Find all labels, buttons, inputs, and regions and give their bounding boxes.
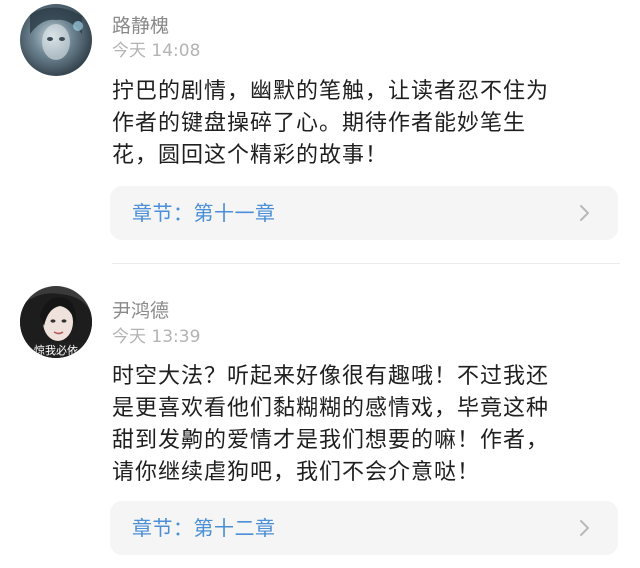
comment-line: 请你继续虐狗吧，我们不会介意哒！ — [112, 460, 481, 485]
comment-line: 作者的键盘操碎了心。期待作者能妙笔生 — [112, 111, 527, 136]
comment-item: 路静槐 今天 14:08 拧巴的剧情，幽默的笔触，让读者忍不住为 作者的键盘操碎… — [0, 0, 640, 262]
chapter-link-label: 章节：第十二章 — [132, 516, 276, 540]
comment-item: 惊我必依 尹鸿德 今天 13:39 时空大法？听起来好像很有趣哦！不过我还 是更… — [0, 272, 640, 568]
avatar[interactable] — [20, 4, 92, 76]
chevron-right-icon — [580, 205, 589, 221]
username[interactable]: 路静槐 — [112, 15, 169, 37]
comment-line: 是更喜欢看他们黏糊糊的感情戏，毕竟这种 — [112, 396, 550, 421]
divider — [112, 263, 620, 264]
chapter-link-card[interactable]: 章节：第十一章 — [110, 186, 618, 240]
avatar[interactable]: 惊我必依 — [20, 286, 92, 358]
timestamp: 今天 14:08 — [112, 41, 201, 61]
comment-text: 拧巴的剧情，幽默的笔触，让读者忍不住为 作者的键盘操碎了心。期待作者能妙笔生 花… — [112, 76, 612, 172]
chapter-link-label: 章节：第十一章 — [132, 201, 276, 225]
username[interactable]: 尹鸿德 — [112, 300, 169, 322]
comment-line: 拧巴的剧情，幽默的笔触，让读者忍不住为 — [112, 79, 550, 104]
avatar-image — [20, 4, 92, 76]
chevron-right-icon — [580, 520, 589, 536]
chapter-link-card[interactable]: 章节：第十二章 — [110, 501, 618, 555]
comment-line: 时空大法？听起来好像很有趣哦！不过我还 — [112, 364, 550, 389]
comment-line: 甜到发齁的爱情才是我们想要的嘛！作者， — [112, 428, 550, 453]
timestamp: 今天 13:39 — [112, 327, 201, 347]
avatar-image: 惊我必依 — [20, 286, 92, 358]
comment-text: 时空大法？听起来好像很有趣哦！不过我还 是更喜欢看他们黏糊糊的感情戏，毕竟这种 … — [112, 361, 612, 489]
avatar-caption: 惊我必依 — [34, 343, 78, 357]
comment-line: 花，圆回这个精彩的故事！ — [112, 143, 389, 168]
